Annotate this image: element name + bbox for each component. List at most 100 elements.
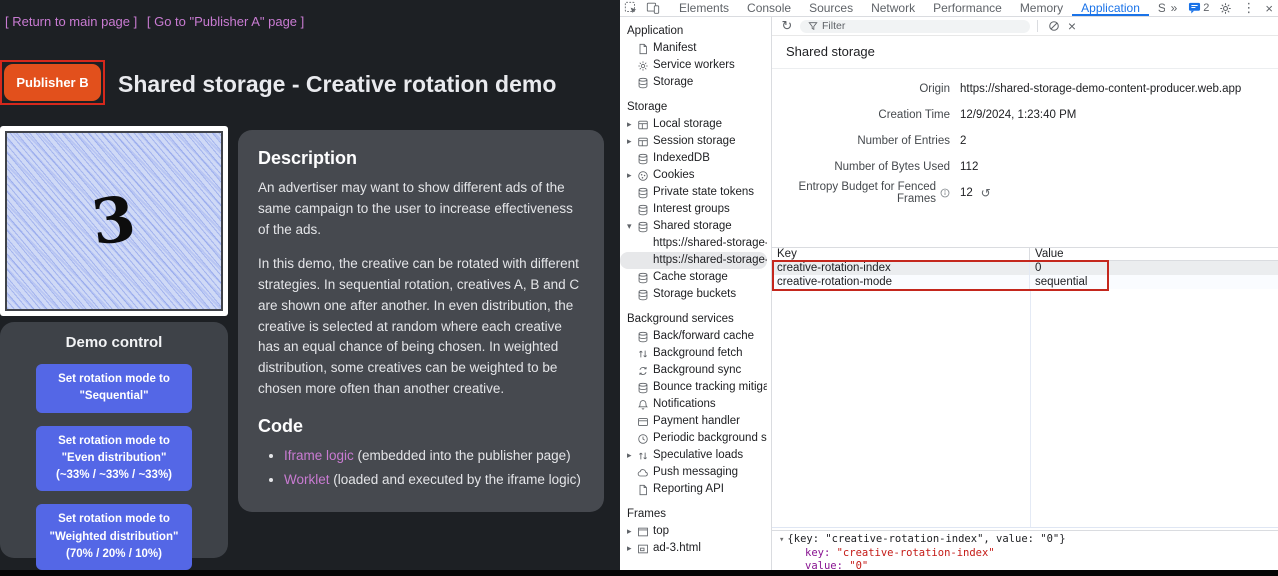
sidebar-item-session-storage[interactable]: ▸Session storage (620, 133, 767, 150)
chevron-right-icon[interactable]: ▸ (627, 167, 637, 184)
return-main-page-link[interactable]: [ Return to main page ] (5, 14, 137, 29)
issues-message-icon[interactable]: 2 (1183, 2, 1214, 14)
delete-selected-icon[interactable]: × (1063, 18, 1081, 34)
sidebar-item-local-storage[interactable]: ▸Local storage (620, 116, 767, 133)
tab-security[interactable]: Security (1149, 0, 1165, 16)
tab-application[interactable]: Application (1072, 0, 1149, 16)
database-icon (637, 77, 653, 89)
screen: [ Return to main page ] [ Go to "Publish… (0, 0, 1278, 576)
info-icon[interactable] (940, 188, 950, 198)
rotation-mode-button-3[interactable]: Set rotation mode to "Weighted distribut… (36, 504, 192, 570)
sidebar-item-reporting-api[interactable]: Reporting API (620, 481, 767, 498)
sidebar-item-background-sync[interactable]: Background sync (620, 362, 767, 379)
row-key-cell[interactable]: creative-rotation-mode (772, 275, 1030, 289)
row-value-cell[interactable]: sequential (1030, 275, 1278, 289)
preview-properties: key: "creative-rotation-index"value: "0" (779, 547, 1278, 570)
description-heading: Description (258, 148, 584, 169)
sidebar-item-label: Cache storage (653, 269, 728, 286)
property-name: value: (805, 560, 849, 570)
toolbar-separator (1037, 20, 1038, 32)
inspect-element-icon[interactable] (620, 0, 642, 16)
code-link[interactable]: Iframe logic (284, 448, 354, 463)
sidebar-item-speculative-loads[interactable]: ▸Speculative loads (620, 447, 767, 464)
sidebar-item-indexeddb[interactable]: IndexedDB (620, 150, 767, 167)
sidebar-item-push-messaging[interactable]: Push messaging (620, 464, 767, 481)
reset-budget-icon[interactable]: ↺ (981, 186, 991, 200)
sidebar-item-https-shared-storage-d[interactable]: https://shared-storage-d... (620, 252, 767, 269)
sidebar-item-label: IndexedDB (653, 150, 710, 167)
sidebar-item-payment-handler[interactable]: Payment handler (620, 413, 767, 430)
database-icon (637, 153, 653, 165)
row-value-cell[interactable]: 0 (1030, 261, 1278, 275)
close-devtools-icon[interactable]: × (1260, 1, 1278, 16)
rotation-mode-button-2[interactable]: Set rotation mode to "Even distribution"… (36, 426, 192, 492)
chevron-right-icon[interactable]: ▸ (627, 116, 637, 133)
sidebar-item-storage-buckets[interactable]: Storage buckets (620, 286, 767, 303)
property-value: "creative-rotation-index" (837, 547, 995, 559)
metadata-label: Origin (772, 83, 950, 95)
chevron-right-icon[interactable]: ▸ (627, 523, 637, 540)
sidebar-item-shared-storage[interactable]: ▾ Shared storage (620, 218, 767, 235)
sidebar-item-top[interactable]: ▸top (620, 523, 767, 540)
sidebar-item-notifications[interactable]: Notifications (620, 396, 767, 413)
sidebar-item-ad-3-html[interactable]: ▸ad-3.html (620, 540, 767, 557)
kebab-menu-icon[interactable]: ⋮ (1237, 0, 1260, 16)
shared-storage-panel: ↻ Filter × Shared storage Originhttps://… (772, 17, 1278, 570)
sidebar-item-back-forward-cache[interactable]: Back/forward cache (620, 328, 767, 345)
code-link[interactable]: Worklet (284, 472, 330, 487)
filter-funnel-icon (808, 21, 818, 31)
value-column-header[interactable]: Value (1030, 248, 1278, 260)
metadata-label: Number of Bytes Used (772, 161, 950, 173)
chevron-right-icon[interactable]: ▸ (627, 447, 637, 464)
sidebar-item-label: Back/forward cache (653, 328, 754, 345)
filter-input[interactable]: Filter (800, 20, 1030, 33)
sidebar-item-cookies[interactable]: ▸Cookies (620, 167, 767, 184)
sidebar-item-label: Interest groups (653, 201, 730, 218)
sidebar-item-interest-groups[interactable]: Interest groups (620, 201, 767, 218)
publisher-a-page-link[interactable]: [ Go to "Publisher A" page ] (147, 14, 304, 29)
device-toolbar-icon[interactable] (642, 0, 664, 16)
preview-summary-row[interactable]: ▾{key: "creative-rotation-index", value:… (779, 533, 1278, 547)
sidebar-item-label: Shared storage (653, 218, 732, 235)
metadata-label: Creation Time (772, 109, 950, 121)
more-tabs-chevron[interactable]: » (1165, 1, 1184, 15)
devtools-window: ElementsConsoleSourcesNetworkPerformance… (620, 0, 1278, 570)
tab-network[interactable]: Network (862, 0, 924, 16)
iframe-icon (637, 543, 653, 555)
sidebar-item-periodic-background-s[interactable]: Periodic background s... (620, 430, 767, 447)
refresh-icon[interactable]: ↻ (778, 18, 796, 34)
chevron-right-icon[interactable]: ▸ (627, 540, 637, 557)
entry-preview-pane: ▾{key: "creative-rotation-index", value:… (772, 530, 1278, 570)
up-down-arrows-icon (637, 348, 653, 360)
rotation-mode-button-1[interactable]: Set rotation mode to "Sequential" (36, 364, 192, 413)
key-column-header[interactable]: Key (772, 248, 1030, 260)
sidebar-item-background-fetch[interactable]: Background fetch (620, 345, 767, 362)
tab-performance[interactable]: Performance (924, 0, 1011, 16)
settings-gear-icon[interactable] (1214, 2, 1237, 15)
sidebar-item-storage[interactable]: Storage (620, 74, 767, 91)
code-list-item: Worklet (loaded and executed by the ifra… (284, 470, 584, 491)
sidebar-item-private-state-tokens[interactable]: Private state tokens (620, 184, 767, 201)
tab-elements[interactable]: Elements (670, 0, 738, 16)
sidebar-item-cache-storage[interactable]: Cache storage (620, 269, 767, 286)
expand-triangle-icon[interactable]: ▾ (779, 535, 784, 545)
tab-memory[interactable]: Memory (1011, 0, 1072, 16)
sidebar-item-bounce-tracking-mitiga[interactable]: Bounce tracking mitiga... (620, 379, 767, 396)
table-row[interactable]: creative-rotation-modesequential (772, 275, 1278, 289)
sidebar-item-service-workers[interactable]: Service workers (620, 57, 767, 74)
chevron-right-icon[interactable]: ▸ (627, 133, 637, 150)
tab-console[interactable]: Console (738, 0, 800, 16)
publisher-page: [ Return to main page ] [ Go to "Publish… (0, 0, 620, 570)
code-links-list: Iframe logic (embedded into the publishe… (284, 446, 584, 491)
publisher-b-button[interactable]: Publisher B (4, 64, 101, 101)
metadata-value: 112 (960, 161, 978, 173)
creative-number: 3 (89, 188, 139, 255)
sidebar-item-https-shared-storage-d[interactable]: https://shared-storage-d... (620, 235, 767, 252)
preview-property-row: key: "creative-rotation-index" (779, 547, 1278, 560)
row-key-cell[interactable]: creative-rotation-index (772, 261, 1030, 275)
table-row[interactable]: creative-rotation-index0 (772, 261, 1278, 275)
tab-sources[interactable]: Sources (800, 0, 862, 16)
sidebar-item-manifest[interactable]: Manifest (620, 40, 767, 57)
block-icon[interactable] (1045, 20, 1063, 32)
chevron-down-icon[interactable]: ▾ (627, 218, 637, 235)
